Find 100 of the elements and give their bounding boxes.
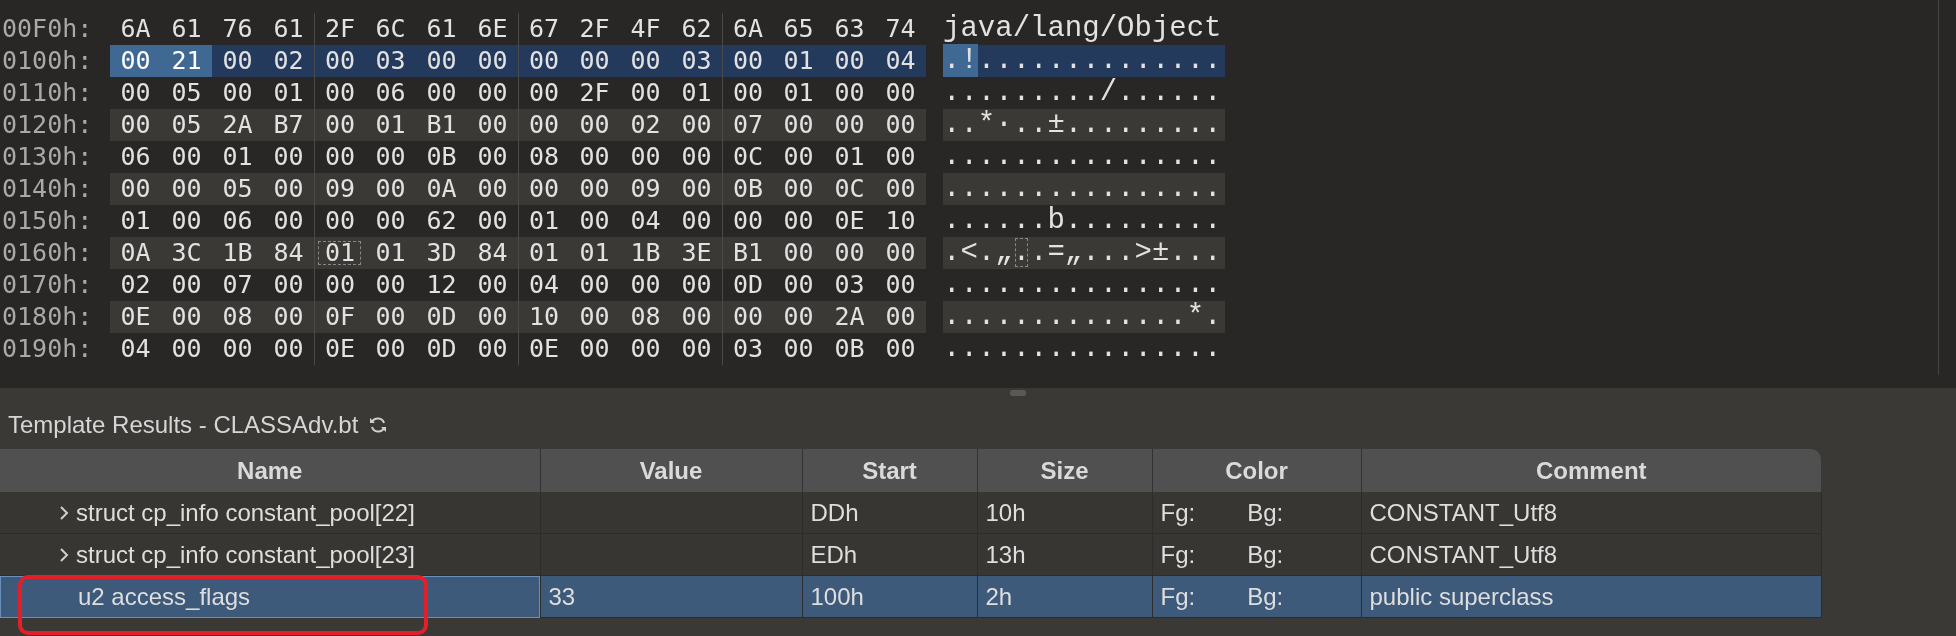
hex-byte[interactable]: 00 <box>365 269 416 301</box>
hex-byte[interactable]: 00 <box>161 333 212 365</box>
hex-byte[interactable]: 00 <box>875 333 926 365</box>
hex-byte[interactable]: 0B <box>416 141 467 173</box>
hex-byte[interactable]: 08 <box>212 301 263 333</box>
hex-byte[interactable]: 00 <box>824 45 875 77</box>
hex-byte[interactable]: 00 <box>773 333 824 365</box>
hex-byte[interactable]: 00 <box>365 333 416 365</box>
column-header[interactable]: Value <box>540 449 802 492</box>
hex-byte[interactable]: 00 <box>875 237 926 269</box>
hex-byte[interactable]: 07 <box>212 269 263 301</box>
hex-byte[interactable]: 00 <box>773 141 824 173</box>
hex-byte[interactable]: 00 <box>263 333 314 365</box>
hex-byte[interactable]: 00 <box>569 301 620 333</box>
hex-byte[interactable]: 74 <box>875 13 926 45</box>
hex-byte[interactable]: 61 <box>161 13 212 45</box>
hex-byte[interactable]: 00 <box>263 269 314 301</box>
hex-byte[interactable]: 02 <box>110 269 161 301</box>
hex-byte[interactable]: 00 <box>671 205 722 237</box>
hex-byte[interactable]: 00 <box>212 333 263 365</box>
hex-byte[interactable]: 00 <box>620 269 671 301</box>
hex-byte[interactable]: 00 <box>671 301 722 333</box>
hex-byte[interactable]: 00 <box>773 109 824 141</box>
hex-byte[interactable]: 00 <box>569 333 620 365</box>
column-header[interactable]: Comment <box>1361 449 1821 492</box>
hex-byte[interactable]: 00 <box>569 45 620 77</box>
hex-byte[interactable]: 06 <box>365 77 416 109</box>
hex-byte[interactable]: 00 <box>467 77 518 109</box>
hex-byte[interactable]: 00 <box>518 109 569 141</box>
hex-byte[interactable]: 0E <box>518 333 569 365</box>
hex-byte[interactable]: 01 <box>212 141 263 173</box>
hex-byte[interactable]: 00 <box>569 141 620 173</box>
hex-byte[interactable]: 00 <box>161 269 212 301</box>
hex-byte[interactable]: 0D <box>416 333 467 365</box>
hex-byte[interactable]: 00 <box>161 301 212 333</box>
hex-byte[interactable]: 00 <box>671 333 722 365</box>
hex-byte[interactable]: 2F <box>569 13 620 45</box>
hex-byte[interactable]: 00 <box>314 45 365 77</box>
hex-byte[interactable]: 0A <box>416 173 467 205</box>
hex-byte[interactable]: 01 <box>518 237 569 269</box>
hex-byte[interactable]: 04 <box>620 205 671 237</box>
hex-byte[interactable]: 00 <box>824 77 875 109</box>
hex-byte[interactable]: 09 <box>620 173 671 205</box>
hex-byte[interactable]: 00 <box>671 141 722 173</box>
hex-byte[interactable]: 00 <box>773 269 824 301</box>
hex-byte[interactable]: 00 <box>110 77 161 109</box>
hex-byte[interactable]: 2F <box>569 77 620 109</box>
hex-byte[interactable]: 00 <box>161 205 212 237</box>
hex-byte[interactable]: 84 <box>467 237 518 269</box>
hex-byte[interactable]: 6E <box>467 13 518 45</box>
hex-byte[interactable]: 00 <box>875 301 926 333</box>
hex-byte[interactable]: 00 <box>365 141 416 173</box>
hex-byte[interactable]: 00 <box>824 109 875 141</box>
hex-byte[interactable]: 0E <box>110 301 161 333</box>
hex-byte[interactable]: 00 <box>110 45 161 77</box>
hex-byte[interactable]: 00 <box>875 141 926 173</box>
hex-byte[interactable]: 1B <box>212 237 263 269</box>
hex-byte[interactable]: 00 <box>722 45 773 77</box>
hex-byte[interactable]: 84 <box>263 237 314 269</box>
hex-byte[interactable]: 00 <box>620 45 671 77</box>
hex-byte[interactable]: 00 <box>263 205 314 237</box>
column-header[interactable]: Size <box>977 449 1152 492</box>
hex-byte[interactable]: 00 <box>620 141 671 173</box>
hex-byte[interactable]: 03 <box>722 333 773 365</box>
hex-byte[interactable]: 01 <box>569 237 620 269</box>
table-row[interactable]: struct cp_info constant_pool[23] EDh 13h Fg: Bg: CONSTANT_Utf8 <box>0 533 1821 576</box>
refresh-icon[interactable] <box>368 414 389 435</box>
hex-byte[interactable]: 2A <box>824 301 875 333</box>
hex-byte[interactable]: 00 <box>467 333 518 365</box>
scrollbar-handle[interactable] <box>1010 390 1026 396</box>
hex-byte[interactable]: 00 <box>467 173 518 205</box>
hex-byte[interactable]: 01 <box>365 109 416 141</box>
hex-byte[interactable]: 0B <box>824 333 875 365</box>
hex-byte[interactable]: 00 <box>773 205 824 237</box>
hex-byte[interactable]: 4F <box>620 13 671 45</box>
hex-byte[interactable]: 01 <box>365 237 416 269</box>
horizontal-scrollbar[interactable] <box>0 388 1956 400</box>
hex-byte[interactable]: B7 <box>263 109 314 141</box>
hex-byte[interactable]: 07 <box>722 109 773 141</box>
hex-byte[interactable]: 62 <box>416 205 467 237</box>
hex-byte[interactable]: 01 <box>773 45 824 77</box>
hex-byte[interactable]: 10 <box>518 301 569 333</box>
hex-byte[interactable]: 00 <box>467 269 518 301</box>
hex-byte[interactable]: 06 <box>110 141 161 173</box>
hex-byte[interactable]: 01 <box>824 141 875 173</box>
table-row[interactable]: struct cp_info constant_pool[22] DDh 10h Fg: Bg: CONSTANT_Utf8 <box>0 492 1821 534</box>
hex-byte[interactable]: 00 <box>212 77 263 109</box>
hex-byte[interactable]: 08 <box>620 301 671 333</box>
chevron-icon[interactable] <box>58 545 70 564</box>
hex-byte[interactable]: 00 <box>824 237 875 269</box>
hex-byte[interactable]: 00 <box>620 333 671 365</box>
hex-byte[interactable]: 00 <box>416 77 467 109</box>
hex-byte[interactable]: 12 <box>416 269 467 301</box>
hex-byte[interactable]: 00 <box>671 109 722 141</box>
hex-byte[interactable]: 00 <box>314 109 365 141</box>
column-header[interactable]: Color <box>1152 449 1361 492</box>
hex-byte[interactable]: 63 <box>824 13 875 45</box>
hex-byte[interactable]: 00 <box>773 237 824 269</box>
hex-byte[interactable]: 65 <box>773 13 824 45</box>
hex-byte[interactable]: 00 <box>569 205 620 237</box>
